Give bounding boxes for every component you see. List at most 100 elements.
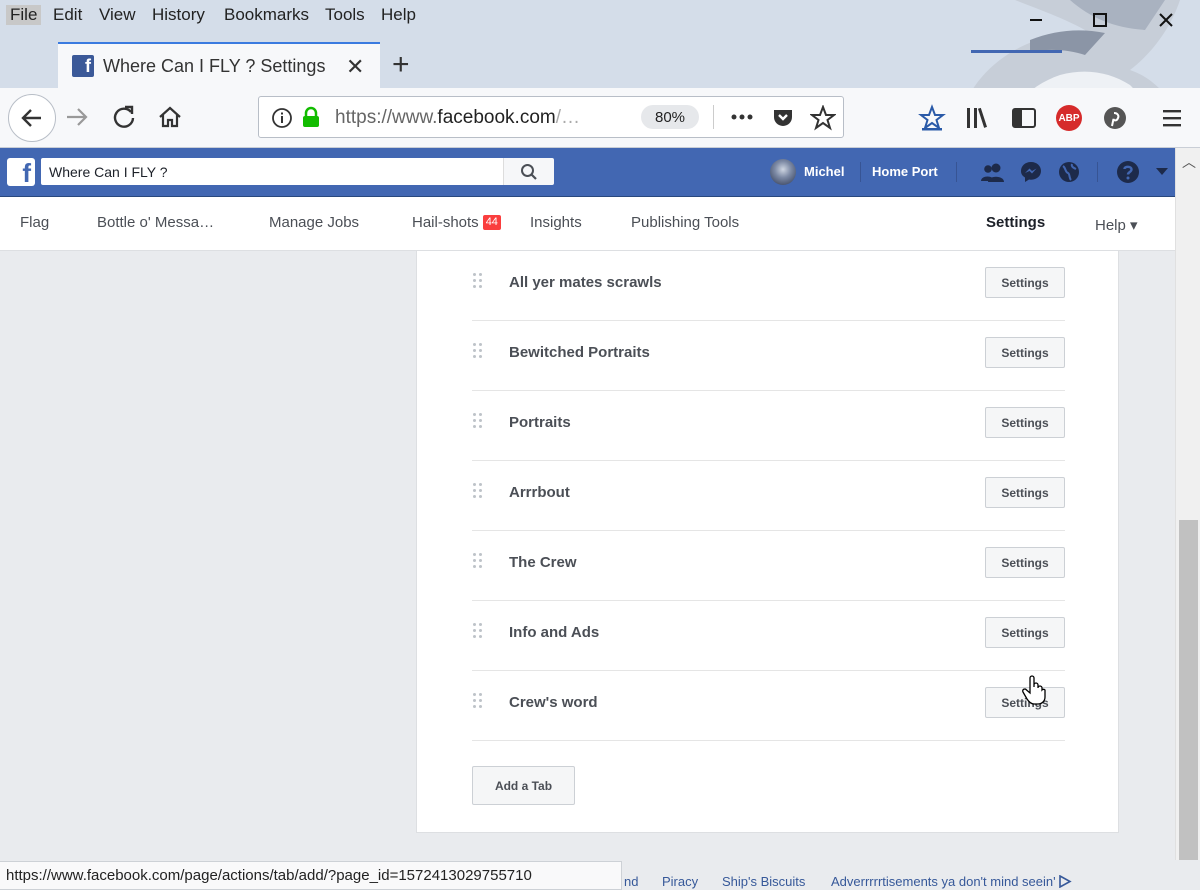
avatar[interactable] <box>770 159 796 185</box>
tab-name: Info and Ads <box>509 624 600 641</box>
notifications-globe-icon[interactable] <box>1056 159 1082 185</box>
settings-button[interactable]: Settings <box>985 547 1065 578</box>
new-tab-icon[interactable]: + <box>392 48 410 82</box>
tab-settings[interactable]: Settings <box>986 214 1045 231</box>
notification-badge: 44 <box>482 215 501 230</box>
back-button[interactable] <box>8 94 56 142</box>
list-item: Crew's word Settings <box>472 671 1065 741</box>
tab-name: All yer mates scrawls <box>509 274 662 291</box>
library-icon[interactable] <box>964 104 994 132</box>
hand-pointer-cursor-icon <box>1022 675 1046 705</box>
drag-handle-icon[interactable] <box>473 483 485 501</box>
home-button[interactable] <box>155 102 185 132</box>
tab-name: Bewitched Portraits <box>509 344 650 361</box>
bookmark-manager-icon[interactable] <box>918 104 946 132</box>
tab-name: The Crew <box>509 554 577 571</box>
page-navigation: Flag Bottle o' Messa… Manage Jobs Hail-s… <box>0 197 1175 251</box>
tab-help-dropdown[interactable]: Help ▾ <box>1095 216 1138 234</box>
tab-hail-shots[interactable]: Hail-shots 44 <box>412 214 501 231</box>
active-tab-underline <box>971 50 1062 53</box>
settings-button[interactable]: Settings <box>985 407 1065 438</box>
menu-view[interactable]: View <box>99 5 136 25</box>
drag-handle-icon[interactable] <box>473 273 485 291</box>
tab-manage-jobs[interactable]: Manage Jobs <box>269 214 359 231</box>
menu-tools[interactable]: Tools <box>325 5 365 25</box>
search-bar <box>41 158 554 185</box>
tab-close-icon[interactable]: ✕ <box>346 54 364 80</box>
drag-handle-icon[interactable] <box>473 623 485 641</box>
reload-icon <box>113 105 135 128</box>
drag-handle-icon[interactable] <box>473 553 485 571</box>
home-link[interactable]: Home Port <box>872 164 938 179</box>
list-item: Info and Ads Settings <box>472 601 1065 671</box>
url-bar[interactable]: https://www.facebook.com/… 80% <box>258 96 844 138</box>
friend-requests-icon[interactable] <box>980 159 1006 185</box>
facebook-favicon-icon: f <box>72 55 94 77</box>
adchoices-icon <box>1058 874 1072 889</box>
home-icon <box>159 106 181 128</box>
browser-tab[interactable]: f Where Can I FLY ? Settings ✕ <box>58 42 380 88</box>
header-divider <box>1097 162 1098 182</box>
forward-button[interactable] <box>62 102 92 132</box>
tab-insights[interactable]: Insights <box>530 214 582 231</box>
footer-link-ads[interactable]: Adverrrrrtisements ya don't mind seein' <box>831 874 1072 889</box>
page-actions-icon[interactable] <box>729 109 755 125</box>
tab-bottle-messages[interactable]: Bottle o' Messa… <box>97 214 214 231</box>
bookmark-star-icon[interactable] <box>810 105 836 131</box>
pocket-icon[interactable] <box>771 106 795 130</box>
status-bar-url: https://www.facebook.com/page/actions/ta… <box>0 861 622 890</box>
tab-hail-shots-label: Hail-shots <box>412 214 479 231</box>
menu-file[interactable]: File <box>6 5 42 25</box>
settings-button[interactable]: Settings <box>985 267 1065 298</box>
header-divider <box>860 162 861 182</box>
menu-bookmarks[interactable]: Bookmarks <box>224 5 309 25</box>
scroll-up-icon[interactable]: ︿ <box>1182 152 1196 172</box>
menu-help[interactable]: Help <box>381 5 416 25</box>
zoom-level-badge[interactable]: 80% <box>641 105 699 129</box>
search-input[interactable] <box>41 158 501 185</box>
scrollbar-thumb[interactable] <box>1179 520 1198 860</box>
footer-link-piracy[interactable]: Piracy <box>662 874 698 889</box>
settings-button[interactable]: Settings <box>985 477 1065 508</box>
menu-history[interactable]: History <box>152 5 205 25</box>
footer-link-ships-biscuits[interactable]: Ship's Biscuits <box>722 874 805 889</box>
menu-edit[interactable]: Edit <box>53 5 82 25</box>
hamburger-menu-icon[interactable] <box>1160 106 1186 130</box>
tab-flag[interactable]: Flag <box>20 214 49 231</box>
tab-publishing-tools[interactable]: Publishing Tools <box>631 214 739 231</box>
reload-button[interactable] <box>109 102 139 132</box>
facebook-logo-icon[interactable]: f <box>7 158 35 186</box>
messenger-icon[interactable] <box>1018 159 1044 185</box>
settings-button[interactable]: Settings <box>985 617 1065 648</box>
add-tab-button[interactable]: Add a Tab <box>472 766 575 805</box>
drag-handle-icon[interactable] <box>473 693 485 711</box>
info-icon[interactable] <box>271 107 293 129</box>
tab-name: Portraits <box>509 414 571 431</box>
sidebar-icon[interactable] <box>1010 104 1038 132</box>
close-window-button[interactable] <box>1152 6 1180 34</box>
search-icon <box>521 163 537 180</box>
menu-bar: File Edit View History Bookmarks Tools H… <box>0 0 1200 32</box>
list-item: Arrrbout Settings <box>472 461 1065 531</box>
pinterest-icon[interactable] <box>1102 105 1128 131</box>
account-menu-chevron-down-icon[interactable] <box>1152 159 1172 185</box>
scrollbar[interactable]: ︿ <box>1175 148 1200 860</box>
tab-name: Arrrbout <box>509 484 570 501</box>
profile-name-link[interactable]: Michel <box>804 164 844 179</box>
url-bar-divider <box>713 105 714 129</box>
header-divider <box>956 162 957 182</box>
adblock-plus-icon[interactable]: ABP <box>1056 105 1082 131</box>
minimize-button[interactable] <box>1022 6 1050 34</box>
search-button[interactable] <box>503 158 554 185</box>
forward-arrow-icon <box>67 108 88 126</box>
tab-name: Crew's word <box>509 694 598 711</box>
list-item: Bewitched Portraits Settings <box>472 321 1065 391</box>
help-icon[interactable] <box>1115 159 1141 185</box>
url-text[interactable]: https://www.facebook.com/… <box>335 107 580 129</box>
facebook-header: f Michel Home Port <box>0 148 1175 197</box>
maximize-button[interactable] <box>1086 6 1114 34</box>
footer-link-partial[interactable]: nd <box>624 874 638 889</box>
settings-button[interactable]: Settings <box>985 337 1065 368</box>
drag-handle-icon[interactable] <box>473 343 485 361</box>
drag-handle-icon[interactable] <box>473 413 485 431</box>
